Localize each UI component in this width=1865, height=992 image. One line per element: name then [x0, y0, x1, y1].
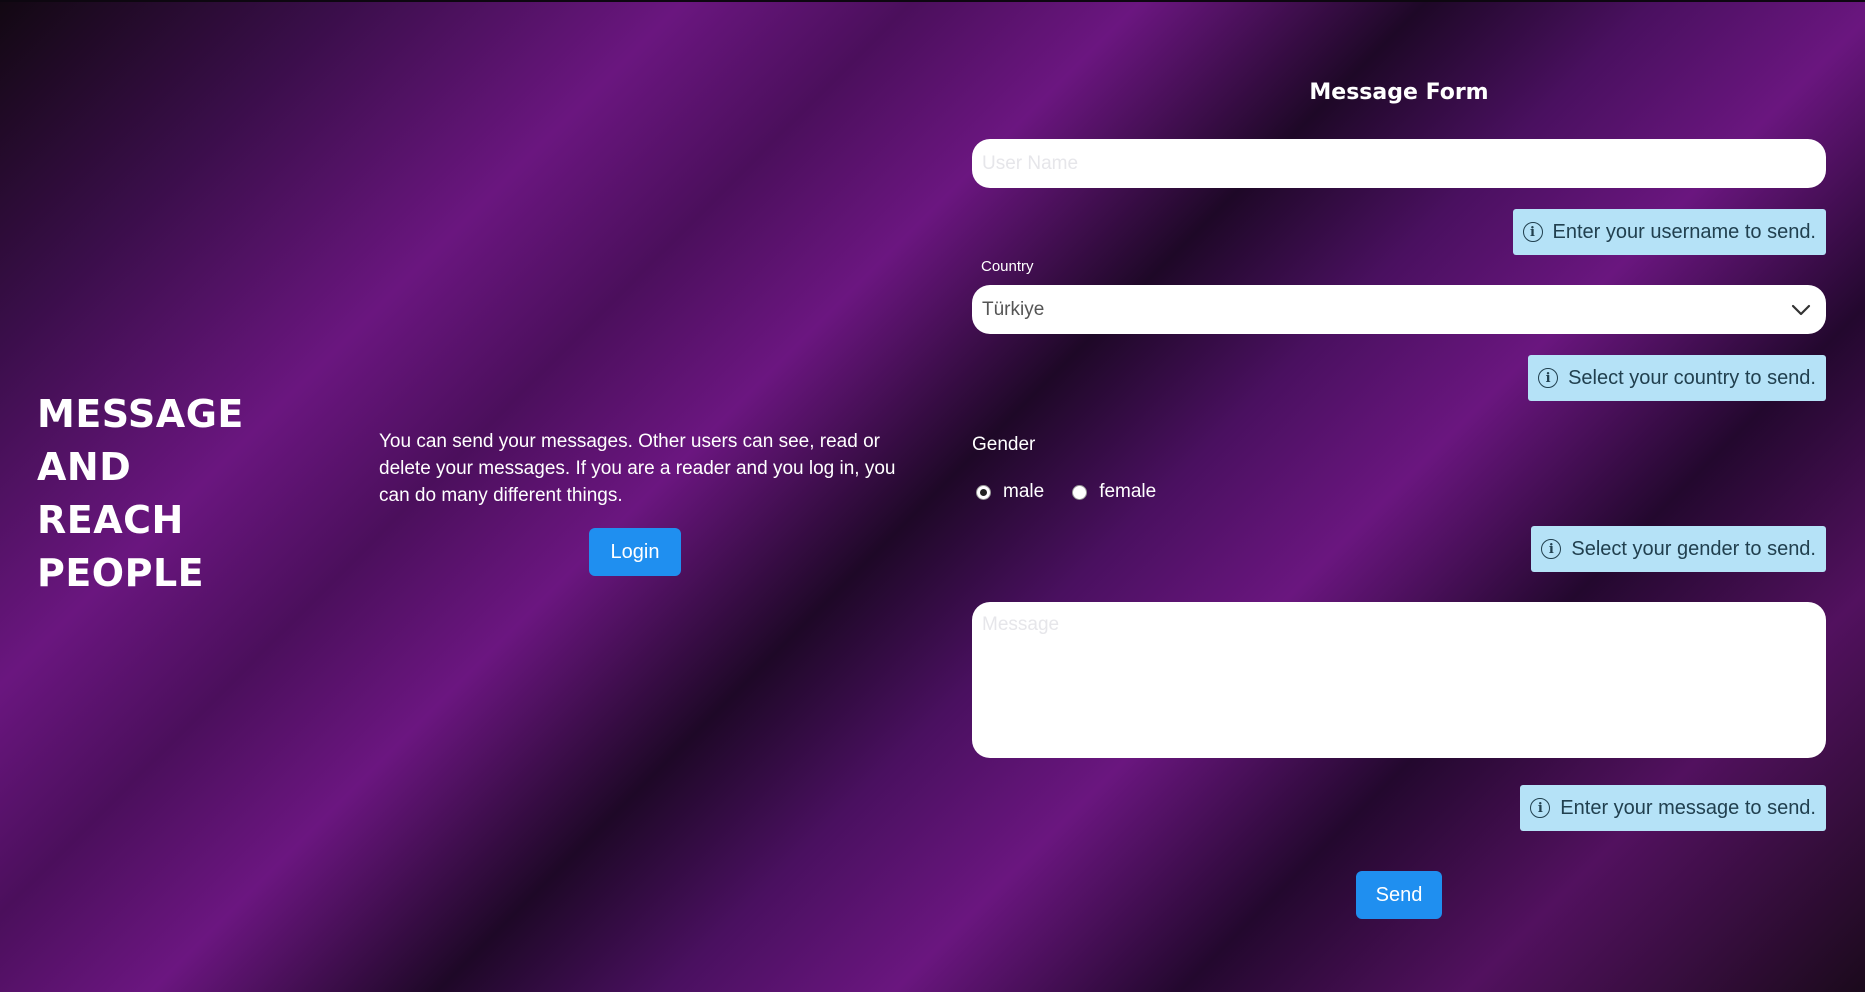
login-button[interactable]: Login [589, 528, 681, 576]
message-placeholder: Message [982, 614, 1060, 635]
radio-female[interactable] [1072, 484, 1088, 500]
info-icon: i [1530, 798, 1551, 818]
hero-line: PEOPLE [37, 551, 205, 595]
gender-option-female[interactable]: female [1072, 481, 1156, 503]
hero-line: REACH [37, 498, 184, 542]
intro-text: You can send your messages. Other users … [379, 431, 896, 506]
form-title: Message Form [1309, 80, 1489, 105]
info-icon: i [1538, 368, 1559, 388]
username-placeholder: User Name [982, 152, 1079, 174]
top-border [0, 0, 1865, 2]
chevron-down-icon [1790, 299, 1812, 321]
username-input[interactable]: User Name [972, 139, 1826, 188]
info-icon: i [1541, 539, 1562, 559]
send-button[interactable]: Send [1356, 871, 1442, 919]
gender-radio-group: male female [976, 481, 1184, 503]
country-value: Türkiye [982, 298, 1045, 320]
gender-option-male[interactable]: male [976, 481, 1044, 503]
username-hint: i Enter your username to send. [1512, 209, 1826, 255]
gender-hint: i Select your gender to send. [1531, 526, 1826, 572]
country-select[interactable]: Türkiye [972, 285, 1826, 334]
gender-label: Gender [972, 434, 1036, 455]
hero-line: AND [37, 445, 132, 489]
radio-label-male: male [1003, 481, 1045, 502]
radio-label-female: female [1099, 481, 1157, 502]
message-hint: i Enter your message to send. [1520, 785, 1826, 831]
country-label: Country [981, 258, 1034, 275]
info-icon: i [1522, 222, 1543, 242]
message-hint-text: Enter your message to send. [1560, 796, 1816, 819]
hero-heading: MESSAGE AND REACH PEOPLE [37, 388, 297, 600]
username-hint-text: Enter your username to send. [1552, 220, 1816, 243]
country-hint-text: Select your country to send. [1568, 366, 1816, 389]
gender-hint-text: Select your gender to send. [1571, 537, 1816, 560]
radio-male[interactable] [976, 484, 991, 500]
hero-line: MESSAGE [37, 392, 244, 436]
message-textarea[interactable]: Message [972, 602, 1826, 758]
country-hint: i Select your country to send. [1528, 355, 1826, 401]
